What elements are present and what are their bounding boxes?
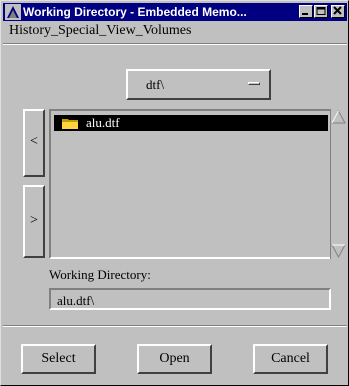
app-icon	[5, 4, 21, 20]
scrollbar-track[interactable]	[330, 109, 347, 259]
menu-bar: History_Special_View_Volumes	[9, 23, 191, 41]
menu-divider	[3, 43, 347, 45]
scroll-up-icon[interactable]	[330, 109, 347, 129]
select-button-label: Select	[41, 351, 76, 366]
menu-history[interactable]: History	[9, 23, 51, 39]
button-divider	[3, 325, 347, 327]
maximize-button[interactable]	[314, 5, 328, 18]
forward-button-label: >	[30, 213, 38, 228]
select-button[interactable]: Select	[21, 344, 96, 374]
window-title: Working Directory - Embedded Memo...	[23, 5, 247, 19]
minimize-button[interactable]	[299, 5, 313, 18]
directory-list[interactable]: alu.dtf	[49, 109, 332, 259]
folder-icon	[62, 119, 78, 129]
dropdown-indicator-icon	[248, 82, 260, 85]
open-button-label: Open	[159, 351, 190, 366]
working-directory-value: alu.dtf\	[57, 293, 95, 308]
scroll-down-icon[interactable]	[330, 239, 347, 259]
maximize-icon	[316, 7, 326, 15]
working-directory-label: Working Directory:	[49, 267, 151, 282]
menu-special[interactable]: _Special	[51, 23, 99, 39]
back-button-label: <	[30, 134, 38, 149]
cancel-button-label: Cancel	[271, 351, 310, 366]
cancel-button[interactable]: Cancel	[253, 344, 328, 374]
open-button[interactable]: Open	[137, 344, 212, 374]
volume-dropdown-value: dtf\	[146, 77, 165, 92]
menu-volumes[interactable]: _Volumes	[136, 23, 192, 39]
title-bar[interactable]: Working Directory - Embedded Memo...	[3, 3, 347, 21]
back-button[interactable]: <	[23, 109, 45, 177]
list-scrollbar[interactable]	[330, 109, 347, 259]
working-directory-field[interactable]: alu.dtf\	[49, 288, 331, 310]
volume-dropdown[interactable]: dtf\	[126, 69, 271, 100]
forward-button[interactable]: >	[23, 185, 45, 258]
list-item-label: alu.dtf	[86, 115, 120, 130]
working-directory-window: Working Directory - Embedded Memo... His…	[0, 0, 349, 386]
close-button[interactable]	[331, 5, 345, 18]
list-item[interactable]: alu.dtf	[54, 115, 328, 131]
close-icon	[333, 6, 342, 15]
menu-view[interactable]: _View	[99, 23, 135, 39]
minimize-icon	[302, 13, 308, 15]
